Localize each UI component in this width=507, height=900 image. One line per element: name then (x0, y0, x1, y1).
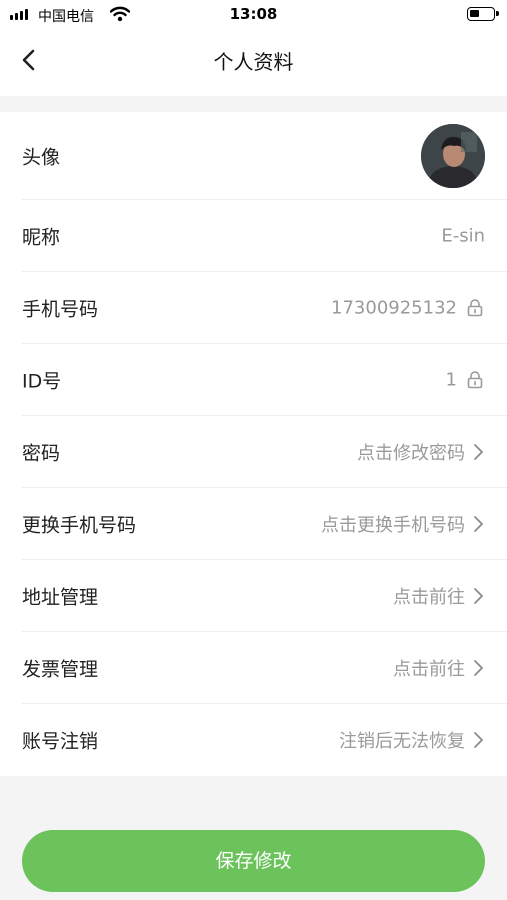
nickname-value: E-sin (441, 225, 485, 246)
row-nickname[interactable]: 昵称 E-sin (22, 200, 507, 272)
profile-list: 头像 昵称 E-sin 手机号码 17300925132 ID号 1 密码 点击… (0, 112, 507, 776)
chevron-right-icon (474, 587, 483, 604)
row-id: ID号 1 (22, 344, 507, 416)
lock-icon (467, 371, 483, 389)
delete-account-value: 注销后无法恢复 (339, 727, 485, 753)
status-bar: 中国电信 13:08 (0, 0, 507, 30)
chevron-right-icon (474, 443, 483, 460)
save-button[interactable]: 保存修改 (22, 830, 485, 892)
row-label-nickname: 昵称 (22, 226, 61, 248)
row-password[interactable]: 密码 点击修改密码 (22, 416, 507, 488)
navigation-bar: 个人资料 (0, 30, 507, 96)
nickname-text: E-sin (441, 225, 485, 246)
row-label-phone: 手机号码 (22, 298, 99, 320)
row-phone: 手机号码 17300925132 (22, 272, 507, 344)
delete-account-text: 注销后无法恢复 (339, 731, 465, 752)
row-address[interactable]: 地址管理 点击前往 (22, 560, 507, 632)
row-label-password: 密码 (22, 442, 61, 464)
row-change-phone[interactable]: 更换手机号码 点击更换手机号码 (22, 488, 507, 560)
invoice-text: 点击前往 (393, 658, 465, 680)
row-label-invoice: 发票管理 (22, 658, 99, 680)
row-label-avatar: 头像 (22, 146, 61, 168)
row-label-address: 地址管理 (22, 586, 99, 608)
phone-value: 17300925132 (331, 297, 485, 318)
chevron-right-icon (474, 732, 483, 748)
change-phone-text: 点击更换手机号码 (321, 514, 465, 536)
chevron-right-icon (474, 659, 483, 676)
row-label-delete-account: 账号注销 (22, 730, 99, 753)
password-text: 点击修改密码 (357, 442, 465, 464)
address-value: 点击前往 (393, 583, 485, 609)
clock: 13:08 (229, 5, 278, 23)
battery-icon (467, 7, 499, 21)
lock-icon (467, 299, 483, 317)
row-delete-account[interactable]: 账号注销 注销后无法恢复 (22, 704, 507, 776)
chevron-right-icon (474, 515, 483, 532)
change-phone-value: 点击更换手机号码 (321, 511, 485, 537)
page-title: 个人资料 (213, 50, 294, 74)
password-value: 点击修改密码 (357, 439, 485, 465)
avatar[interactable] (421, 123, 485, 188)
row-label-change-phone: 更换手机号码 (22, 514, 137, 536)
id-text: 1 (445, 369, 457, 390)
invoice-value: 点击前往 (393, 655, 485, 681)
row-invoice[interactable]: 发票管理 点击前往 (22, 632, 507, 704)
phone-text: 17300925132 (331, 297, 457, 318)
address-text: 点击前往 (393, 586, 465, 608)
id-value: 1 (446, 369, 485, 390)
row-avatar[interactable]: 头像 (22, 112, 507, 200)
row-label-id: ID号 (22, 370, 62, 392)
